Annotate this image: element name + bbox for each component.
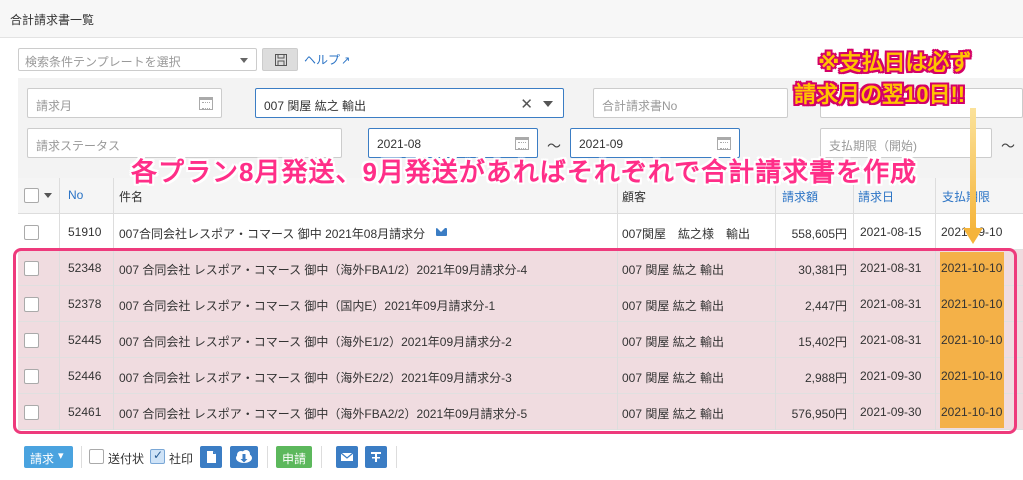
billing-status-placeholder: 請求ステータス	[36, 139, 121, 153]
help-link[interactable]: ヘルプ↗	[304, 51, 350, 68]
seal-checkbox[interactable]	[150, 448, 165, 464]
filter-icon	[371, 452, 381, 462]
template-select[interactable]: 検索条件テンプレートを選択	[18, 48, 257, 71]
col-header-customer[interactable]: 顧客	[622, 188, 646, 205]
highlight-frame	[13, 248, 1017, 434]
page-title: 合計請求書一覧	[10, 13, 95, 27]
bill-menu-button[interactable]: 請求 ▾	[24, 446, 73, 468]
invoice-no-field[interactable]: 合計請求書No	[593, 88, 788, 118]
annotation-pink-note: 各プラン8月発送、9月発送があればそれぞれで合計請求書を作成	[131, 157, 918, 187]
email-button[interactable]	[336, 446, 358, 468]
toolbar-divider	[396, 446, 397, 468]
filter-button[interactable]	[365, 446, 387, 468]
mail-icon	[340, 452, 354, 461]
template-select-placeholder: 検索条件テンプレートを選択	[25, 55, 181, 69]
apply-button-label: 申請	[282, 452, 307, 466]
col-header-no[interactable]: No	[68, 188, 83, 202]
cell-no: 51910	[68, 225, 102, 239]
annotation-yellow-line1: ※支払日は必ず	[818, 50, 972, 75]
save-template-button[interactable]	[262, 48, 298, 71]
table-row[interactable]: 51910 007合同会社レスポア・コマース 御中 2021年08月請求分 007関…	[18, 214, 1023, 250]
chevron-down-icon[interactable]	[543, 101, 553, 107]
billing-month-field[interactable]: 請求月	[27, 88, 222, 118]
date-to-value: 2021-09	[579, 137, 624, 151]
date-from-value: 2021-08	[377, 137, 422, 151]
col-header-amount[interactable]: 請求額	[782, 188, 818, 205]
annotation-arrow-shaft	[970, 108, 976, 232]
cell-customer: 007関屋 紘之様 輸出	[622, 227, 751, 241]
floppy-icon	[275, 54, 287, 66]
annotation-arrow-head	[963, 228, 983, 244]
waybill-label: 送付状	[108, 452, 145, 466]
due-range-separator: ～	[1001, 138, 1015, 154]
calendar-icon[interactable]	[199, 97, 213, 110]
bottom-toolbar: 請求 ▾ 送付状 社印 申請	[18, 440, 1023, 480]
help-link-label: ヘルプ	[304, 53, 341, 67]
customer-select-value: 007 関屋 紘之 輸出	[264, 99, 367, 113]
cell-bill-date: 2021-08-15	[860, 225, 922, 239]
annotation-yellow-line2: 請求月の翌10日!!	[794, 82, 966, 107]
calendar-icon[interactable]	[515, 137, 529, 150]
mail-icon[interactable]	[436, 228, 447, 236]
apply-button[interactable]: 申請	[276, 446, 312, 468]
customer-select[interactable]: 007 関屋 紘之 輸出 ✕	[255, 88, 564, 118]
waybill-checkbox[interactable]	[89, 449, 104, 464]
download-button[interactable]	[230, 446, 258, 468]
chevron-down-icon: ▾	[58, 450, 64, 462]
toolbar-divider	[321, 446, 322, 468]
select-all-checkbox[interactable]	[24, 188, 39, 203]
billing-month-placeholder: 請求月	[36, 99, 73, 113]
row-checkbox[interactable]	[24, 225, 39, 240]
col-header-subject[interactable]: 件名	[119, 188, 143, 205]
col-header-bill-date[interactable]: 請求日	[858, 188, 894, 205]
cell-amount: 558,605円	[791, 227, 847, 241]
cell-subject[interactable]: 007合同会社レスポア・コマース 御中 2021年08月請求分	[119, 225, 425, 242]
calendar-icon[interactable]	[717, 137, 731, 150]
document-icon	[207, 451, 216, 463]
invoice-no-placeholder: 合計請求書No	[602, 99, 678, 113]
col-header-due-date[interactable]: 支払期限	[942, 188, 990, 205]
title-bar: 合計請求書一覧	[0, 0, 1023, 38]
toolbar-divider	[81, 446, 82, 468]
chevron-down-icon	[240, 58, 248, 63]
chevron-down-icon[interactable]	[44, 193, 52, 198]
external-link-icon: ↗	[341, 55, 351, 67]
toolbar-divider	[267, 446, 268, 468]
bill-menu-label: 請求	[30, 452, 55, 466]
clear-icon[interactable]: ✕	[520, 95, 533, 113]
seal-label: 社印	[169, 452, 194, 466]
pdf-button[interactable]	[200, 446, 222, 468]
cloud-download-icon	[236, 450, 252, 463]
